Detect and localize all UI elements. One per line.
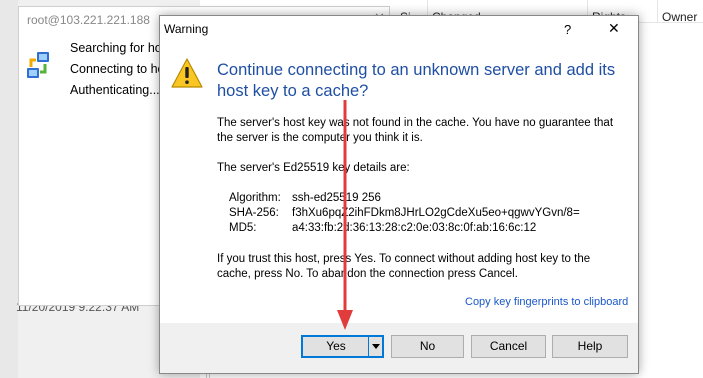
no-button[interactable]: No xyxy=(391,335,464,358)
instructions-paragraph: If you trust this host, press Yes. To co… xyxy=(217,253,591,280)
network-icon xyxy=(27,52,49,78)
warning-paragraph: The server's host key was not found in t… xyxy=(217,117,614,144)
help-icon[interactable]: ? xyxy=(564,22,571,37)
detail-key: Algorithm: xyxy=(229,192,281,204)
copy-fingerprints-link[interactable]: Copy key fingerprints to clipboard xyxy=(465,296,628,308)
key-details-label: The server's Ed25519 key details are: xyxy=(217,162,410,174)
yes-button-label: Yes xyxy=(326,339,346,353)
connecting-title: root@103.221.221.188 xyxy=(27,13,150,27)
chevron-down-icon xyxy=(372,344,380,349)
detail-value: ssh-ed25519 256 xyxy=(292,192,381,204)
status-line: Authenticating... xyxy=(70,83,160,97)
yes-dropdown[interactable] xyxy=(368,336,383,357)
dialog-title: Warning xyxy=(164,22,209,36)
status-line: Connecting to ho xyxy=(70,62,165,76)
warning-icon xyxy=(171,58,203,88)
column-owner[interactable]: Owner xyxy=(658,0,703,22)
status-line: Searching for hos xyxy=(70,41,168,55)
detail-value: f3hXu6pqZ2ihFDkm8JHrLO2gCdeXu5eo+qgwvYGv… xyxy=(292,207,580,219)
yes-button[interactable]: Yes xyxy=(301,335,384,358)
left-strip xyxy=(0,0,18,378)
detail-key: MD5: xyxy=(229,222,257,234)
cancel-button[interactable]: Cancel xyxy=(471,335,546,358)
detail-value: a4:33:fb:2d:36:13:28:c2:0e:03:8c:0f:ab:1… xyxy=(292,222,537,234)
detail-key: SHA-256: xyxy=(229,207,279,219)
close-icon[interactable]: ✕ xyxy=(608,20,620,37)
help-button[interactable]: Help xyxy=(552,335,628,358)
dialog-heading: Continue connecting to an unknown server… xyxy=(217,61,616,100)
warning-dialog: Warning ? ✕ Continue connecting to an un… xyxy=(159,15,639,374)
